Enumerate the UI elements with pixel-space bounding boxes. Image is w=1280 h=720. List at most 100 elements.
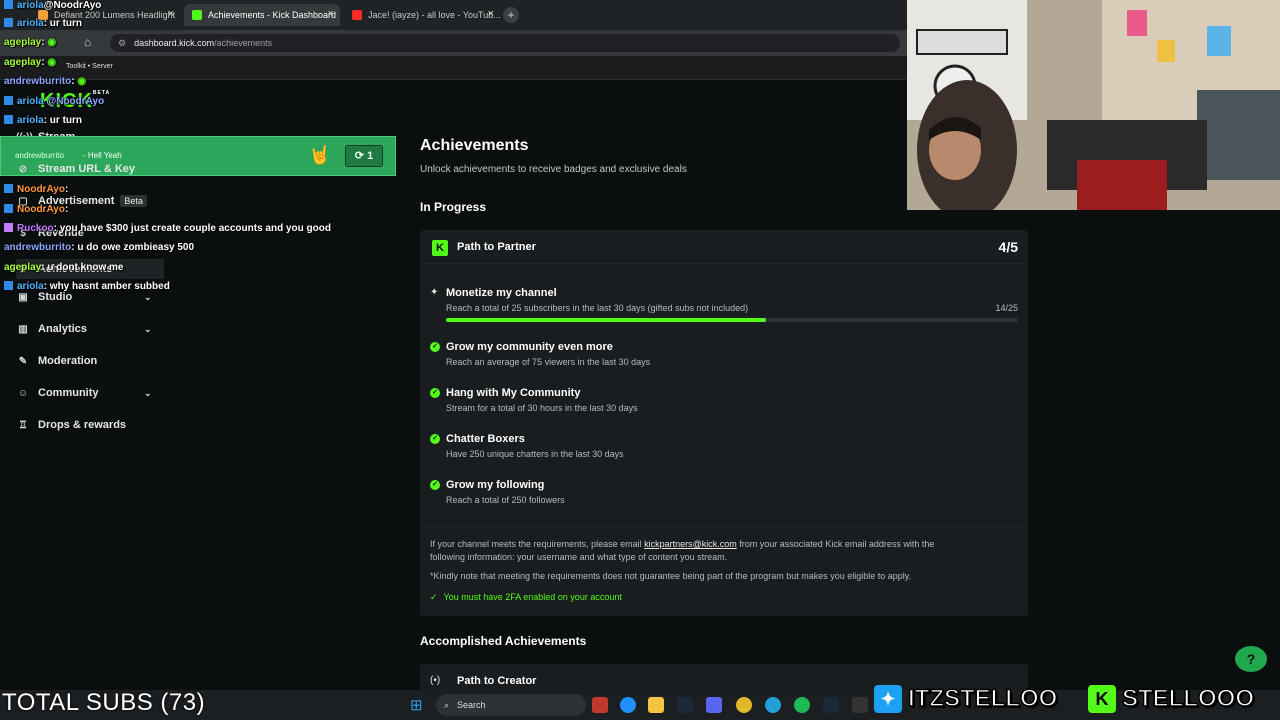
- site-info-icon[interactable]: ⚙: [118, 38, 126, 49]
- achievement-title: Hang with My Community: [446, 387, 581, 399]
- studio-icon: ▣: [18, 291, 28, 303]
- sub-badge-icon: [4, 281, 13, 290]
- discord-icon[interactable]: [706, 697, 722, 713]
- chat-text: :: [41, 37, 45, 48]
- windows-start-icon[interactable]: ⊞: [410, 696, 423, 714]
- kick-favicon-icon: [192, 10, 202, 20]
- footer-text-part: from your associated Kick email address …: [736, 539, 935, 549]
- help-chat-icon[interactable]: ?: [1235, 646, 1267, 672]
- chat-text: :: [71, 76, 75, 87]
- epic-games-icon[interactable]: [852, 697, 868, 713]
- chat-text: :: [64, 204, 69, 215]
- footer-note: *Kindly note that meeting the requiremen…: [430, 571, 912, 581]
- achievement-desc: Reach a total of 250 followers: [446, 495, 565, 505]
- page-subtitle: Unlock achievements to receive badges an…: [420, 164, 687, 175]
- home-icon[interactable]: ⌂: [84, 35, 91, 49]
- twitter-icon: ✦: [874, 685, 902, 713]
- telegram-icon[interactable]: [765, 697, 781, 713]
- sidebar-item-moderation[interactable]: ✎ Moderation: [16, 355, 97, 367]
- chat-username: ageplay: [4, 57, 42, 68]
- chat-text: : ur turn: [43, 18, 83, 29]
- sidebar-item-label: Drops & rewards: [38, 419, 127, 431]
- beta-badge: Beta: [120, 195, 147, 207]
- chat-username: andrewburrito: [4, 242, 72, 253]
- new-tab-icon[interactable]: +: [503, 7, 519, 23]
- webcam-overlay: [907, 0, 1280, 210]
- twofa-requirement: ✓ You must have 2FA enabled on your accou…: [430, 592, 622, 603]
- sub-badge-icon: [4, 96, 13, 105]
- chat-username: andrewburrito: [4, 76, 72, 87]
- emote-icon: ◉: [77, 76, 87, 87]
- close-tab-icon[interactable]: ×: [488, 8, 494, 20]
- steam-icon[interactable]: [823, 697, 839, 713]
- footer-text-part: If your channel meets the requirements, …: [430, 539, 645, 549]
- chevron-down-icon[interactable]: ⌄: [144, 324, 152, 335]
- partner-email-link[interactable]: kickpartners@kick.com: [644, 539, 737, 549]
- bookmarks-bar: Toolkit • Server: [0, 56, 910, 80]
- footer-text: following information: your username and…: [430, 552, 728, 562]
- card-header[interactable]: K Path to Partner 4/5: [420, 230, 1028, 264]
- sidebar-item-analytics[interactable]: ▥ Analytics ⌄: [16, 323, 151, 335]
- sub-badge-icon: [4, 223, 13, 232]
- sub-badge-icon: [4, 184, 13, 193]
- browser-tab-strip: Defiant 200 Lumens Headlight × Achieveme…: [0, 0, 910, 30]
- sidebar-item-label: Community: [38, 387, 99, 399]
- sidebar-item-community[interactable]: ☺ Community ⌄: [16, 387, 152, 399]
- chat-username: ariola: [17, 96, 44, 107]
- path-to-partner-card: K Path to Partner 4/5 ✦ Monetize my chan…: [420, 230, 1028, 616]
- chevron-down-icon[interactable]: ⌄: [144, 388, 152, 399]
- tab-title: Jace! (iayze) - all love - YouTub...: [368, 10, 500, 20]
- taskbar-app-icon[interactable]: [592, 697, 608, 713]
- chat-message: NoodrAyo:: [4, 204, 68, 215]
- edge-icon[interactable]: [620, 697, 636, 713]
- sparkle-icon: ✦: [430, 287, 439, 298]
- url-host: dashboard.kick.com: [134, 38, 215, 48]
- chart-icon: ▥: [18, 323, 28, 335]
- folder-icon[interactable]: [648, 697, 664, 713]
- steam-icon[interactable]: [677, 697, 693, 713]
- achievement-desc: Reach an average of 75 viewers in the la…: [446, 357, 651, 367]
- taskbar-search[interactable]: ⌕ Search: [436, 694, 586, 716]
- check-circle-icon: ✓: [430, 342, 440, 352]
- bookmark-item[interactable]: Toolkit • Server: [66, 63, 113, 70]
- chat-username: ageplay: [4, 262, 42, 273]
- close-tab-icon[interactable]: ×: [168, 8, 174, 20]
- accomplished-heading: Accomplished Achievements: [420, 634, 587, 648]
- kick-icon: K: [1088, 685, 1116, 713]
- sidebar-item-drops-rewards[interactable]: ♖ Drops & rewards: [16, 419, 127, 431]
- chat-text: : you have $300 just create couple accou…: [53, 223, 331, 234]
- chat-username: ageplay: [4, 37, 42, 48]
- close-tab-icon[interactable]: ×: [328, 8, 334, 20]
- sidebar-item-stream-url-key[interactable]: ⊘ Stream URL & Key: [16, 163, 135, 175]
- alert-count: 1: [367, 150, 374, 162]
- achievement-progress-bar: [446, 318, 1018, 322]
- chat-username: ariola: [17, 281, 44, 292]
- twofa-text: You must have 2FA enabled on your accoun…: [443, 592, 622, 602]
- url-field[interactable]: ⚙ dashboard.kick.com/achievements: [110, 34, 900, 52]
- achievement-title: Chatter Boxers: [446, 433, 525, 445]
- achievement-title: Grow my following: [446, 479, 545, 491]
- sidebar-item-studio[interactable]: ▣ Studio ⌄: [16, 291, 151, 303]
- sidebar-item-label: Moderation: [38, 355, 98, 367]
- chat-message: ariola: ur turn: [4, 18, 82, 29]
- browser-tab[interactable]: Jace! (iayze) - all love - YouTub... ×: [344, 4, 500, 26]
- sub-badge-icon: [4, 0, 13, 9]
- chat-message: ariola@NoodrAyo: [4, 0, 101, 11]
- chevron-down-icon[interactable]: ⌄: [144, 292, 152, 303]
- card-title: Path to Creator: [457, 675, 537, 687]
- webcam-image: [907, 0, 1280, 210]
- footer-text: If your channel meets the requirements, …: [430, 539, 934, 549]
- chat-text: @NoodrAyo: [46, 96, 105, 107]
- spotify-icon[interactable]: [794, 697, 810, 713]
- gift-icon: ♖: [18, 419, 28, 431]
- achievement-desc: Stream for a total of 30 hours in the la…: [446, 403, 638, 413]
- sub-badge-icon: [4, 204, 13, 213]
- sidebar-item-label: Analytics: [38, 323, 87, 335]
- browser-tab-active[interactable]: Achievements - Kick Dashboard ×: [184, 4, 340, 26]
- achievement-progress-text: 14/25: [995, 303, 1018, 313]
- chat-text: @NoodrAyo: [43, 0, 102, 11]
- achievement-title: Grow my community even more: [446, 341, 613, 353]
- sub-badge-icon: [4, 115, 13, 124]
- sidebar-item-label: Studio: [38, 291, 73, 303]
- chrome-icon[interactable]: [736, 697, 752, 713]
